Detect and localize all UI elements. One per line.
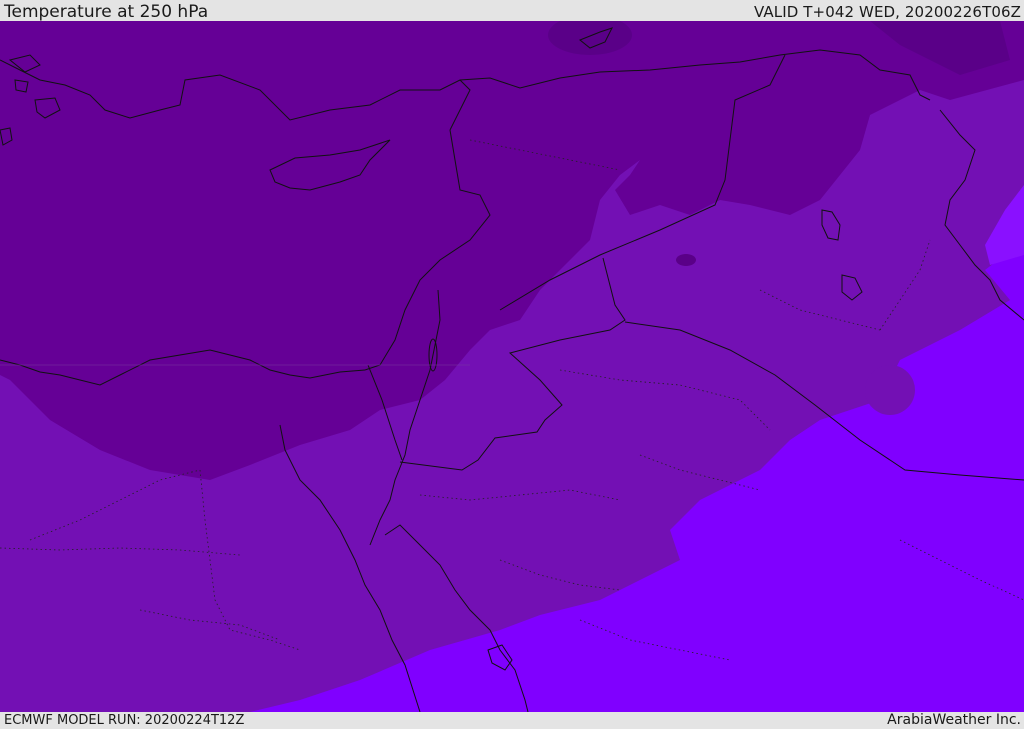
- cold-pocket-mid: [676, 254, 696, 266]
- credit-label: ArabiaWeather Inc.: [887, 712, 1021, 728]
- footer-bar: ECMWF MODEL RUN: 20200224T12Z ArabiaWeat…: [0, 712, 1024, 729]
- valid-time-label: VALID T+042 WED, 20200226T06Z: [754, 3, 1021, 21]
- weather-map-frame: Temperature at 250 hPa VALID T+042 WED, …: [0, 0, 1024, 729]
- model-run-label: ECMWF MODEL RUN: 20200224T12Z: [4, 713, 245, 728]
- map-title: Temperature at 250 hPa: [4, 2, 209, 22]
- temperature-map[interactable]: [0, 21, 1024, 712]
- cold-patch-east: [865, 365, 915, 415]
- title-bar: Temperature at 250 hPa VALID T+042 WED, …: [0, 0, 1024, 21]
